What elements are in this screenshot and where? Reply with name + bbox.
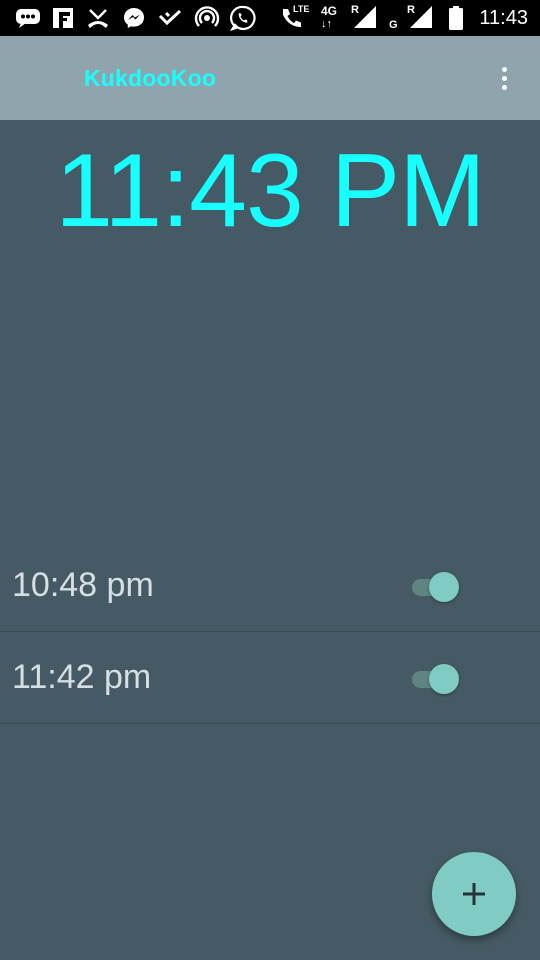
app-title: KukdooKoo — [84, 65, 217, 91]
alarm-list: 10:48 pm 11:42 pm — [0, 540, 540, 724]
app-bar: KukdooKoo — [0, 36, 540, 120]
alarm-row[interactable]: 10:48 pm — [0, 540, 540, 632]
toggle-thumb — [429, 664, 459, 694]
sim2-label: G — [389, 19, 398, 31]
signal-icon-2 — [408, 6, 434, 30]
lte-label: LTE — [293, 4, 310, 14]
alarm-row[interactable]: 11:42 pm — [0, 632, 540, 724]
flipboard-icon — [52, 6, 74, 30]
data-activity-icon: ↓↑ — [321, 18, 332, 30]
messaging-icon — [14, 6, 42, 30]
more-vert-icon[interactable] — [488, 62, 520, 94]
whatsapp-icon — [230, 5, 256, 31]
alarm-toggle[interactable] — [410, 572, 462, 602]
hotspot-icon — [194, 6, 220, 30]
alarm-toggle[interactable] — [410, 664, 462, 694]
messenger-icon — [122, 6, 146, 30]
status-bar: LTE 4G ↓↑ R G R 11:43 — [0, 0, 540, 36]
check-icon — [158, 6, 182, 30]
missed-call-icon — [86, 6, 110, 30]
alarm-time[interactable]: 10:48 pm — [12, 540, 154, 631]
battery-icon — [448, 6, 464, 30]
current-time-display: 11:43 PM — [55, 133, 485, 249]
alarm-time[interactable]: 11:42 pm — [12, 632, 151, 723]
status-time: 11:43 — [479, 7, 528, 29]
network-type-label: 4G — [321, 4, 338, 18]
add-alarm-button[interactable] — [432, 852, 516, 936]
menu-dot — [501, 66, 507, 72]
menu-dot — [501, 75, 507, 81]
add-icon — [463, 883, 485, 905]
signal-icon — [352, 6, 378, 30]
menu-dot — [501, 84, 507, 90]
toggle-thumb — [429, 572, 459, 602]
